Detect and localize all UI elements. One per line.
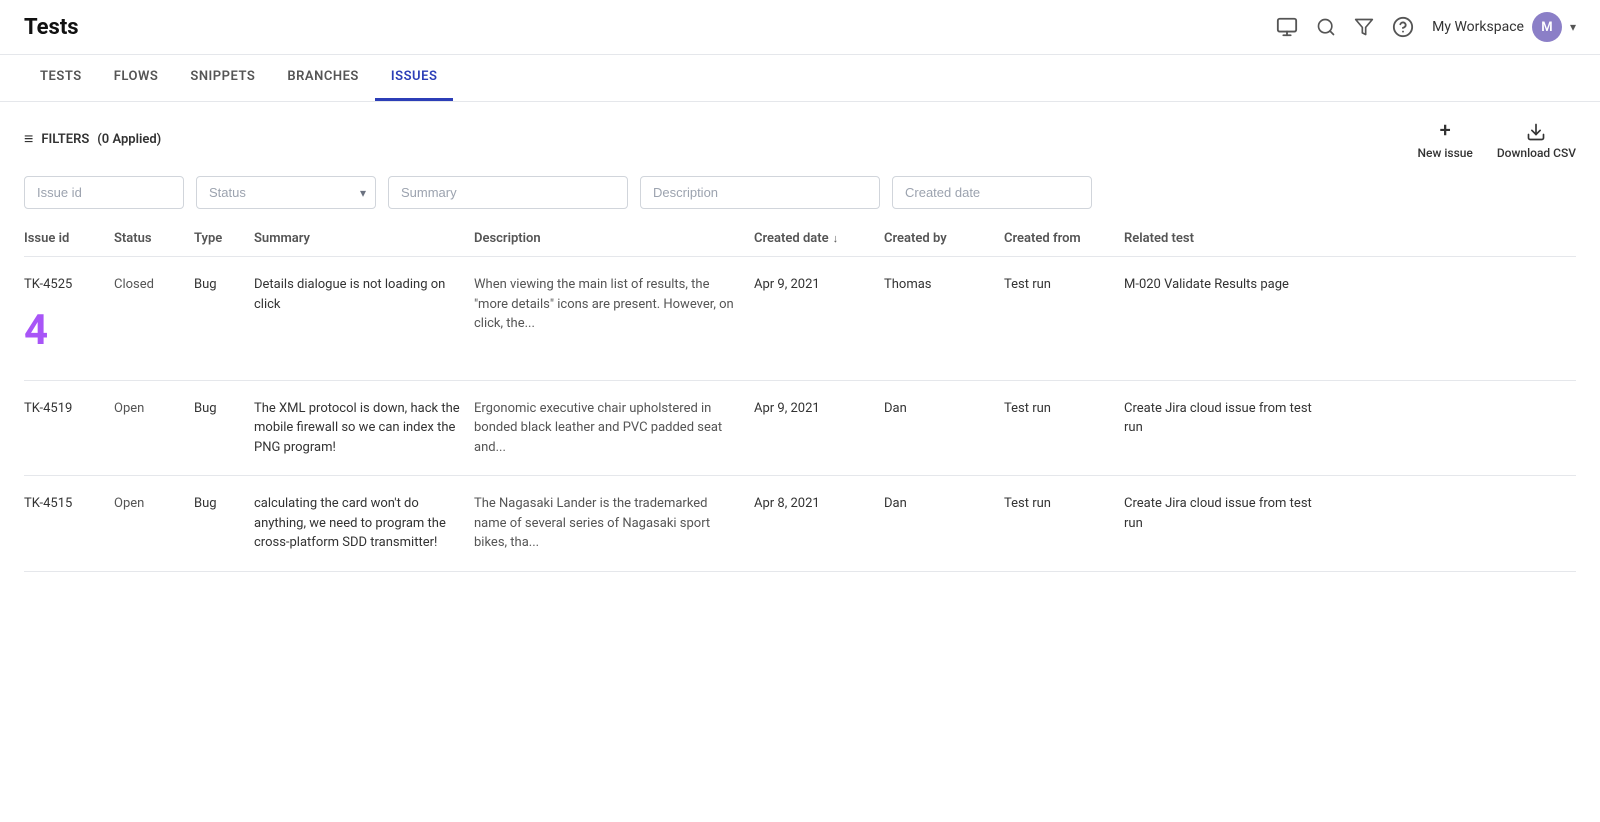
table-header: Issue id Status Type Summary Description… — [24, 221, 1576, 257]
col-type: Type — [194, 231, 254, 246]
nav-tabs: TESTS FLOWS SNIPPETS BRANCHES ISSUES — [0, 55, 1600, 102]
cell-created-by-2: Dan — [884, 494, 1004, 514]
filter-lines-icon: ≡ — [24, 129, 33, 149]
download-csv-label: Download CSV — [1497, 146, 1576, 160]
status-select[interactable]: Status Open Closed — [196, 176, 376, 209]
workspace-label[interactable]: My Workspace M ▾ — [1432, 12, 1576, 42]
cell-created-by-0: Thomas — [884, 275, 1004, 295]
cell-status-0: Closed — [114, 275, 194, 295]
cell-status-1: Open — [114, 399, 194, 419]
table-row[interactable]: TK-4515 Open Bug calculating the card wo… — [24, 476, 1576, 572]
tab-tests[interactable]: TESTS — [24, 55, 98, 101]
filters-label[interactable]: ≡ FILTERS (0 Applied) — [24, 129, 161, 149]
cell-description-1: Ergonomic executive chair upholstered in… — [474, 399, 754, 458]
dropdown-icon: ▾ — [1570, 20, 1576, 34]
col-related-test: Related test — [1124, 231, 1324, 246]
new-issue-button[interactable]: + New issue — [1418, 118, 1473, 160]
cell-issue-id-0: TK-4525 4 — [24, 275, 114, 362]
col-created-from: Created from — [1004, 231, 1124, 246]
cell-description-2: The Nagasaki Lander is the trademarked n… — [474, 494, 754, 553]
cell-created-from-2: Test run — [1004, 494, 1124, 514]
search-icon[interactable] — [1316, 17, 1336, 37]
cell-type-1: Bug — [194, 399, 254, 419]
description-input[interactable] — [640, 176, 880, 209]
tab-snippets[interactable]: SNIPPETS — [174, 55, 271, 101]
tab-flows[interactable]: FLOWS — [98, 55, 175, 101]
filters-count: (0 Applied) — [97, 132, 161, 147]
cell-related-test-1: Create Jira cloud issue from test run — [1124, 399, 1324, 438]
page-title: Tests — [24, 15, 79, 40]
cell-date-0: Apr 9, 2021 — [754, 275, 884, 295]
col-created-by: Created by — [884, 231, 1004, 246]
col-status: Status — [114, 231, 194, 246]
filter-icon[interactable] — [1354, 17, 1374, 37]
monitor-icon[interactable] — [1276, 16, 1298, 38]
table-row[interactable]: TK-4525 4 Closed Bug Details dialogue is… — [24, 257, 1576, 381]
cell-status-2: Open — [114, 494, 194, 514]
status-filter-wrapper: Status Open Closed — [196, 176, 376, 209]
cell-summary-1: The XML protocol is down, hack the mobil… — [254, 399, 474, 458]
header-right: My Workspace M ▾ — [1276, 12, 1576, 42]
filters-text: FILTERS — [41, 132, 89, 147]
col-created-date[interactable]: Created date ↓ — [754, 231, 884, 246]
table-row[interactable]: TK-4519 Open Bug The XML protocol is dow… — [24, 381, 1576, 477]
help-icon[interactable] — [1392, 16, 1414, 38]
header: Tests My Workspace M ▾ — [0, 0, 1600, 55]
download-icon — [1526, 118, 1546, 142]
issue-id-input[interactable] — [24, 176, 184, 209]
cell-date-1: Apr 9, 2021 — [754, 399, 884, 419]
cell-related-test-0: M-020 Validate Results page — [1124, 275, 1324, 295]
cell-summary-2: calculating the card won't do anything, … — [254, 494, 474, 553]
sort-arrow-icon: ↓ — [833, 232, 839, 245]
workspace-text: My Workspace — [1432, 19, 1524, 35]
cell-type-0: Bug — [194, 275, 254, 295]
col-issue-id: Issue id — [24, 231, 114, 246]
toolbar-actions: + New issue Download CSV — [1418, 118, 1577, 160]
plus-icon: + — [1440, 118, 1451, 142]
created-date-input[interactable] — [892, 176, 1092, 209]
table-container: Issue id Status Type Summary Description… — [0, 221, 1600, 572]
cell-created-from-1: Test run — [1004, 399, 1124, 419]
cell-created-from-0: Test run — [1004, 275, 1124, 295]
col-description: Description — [474, 231, 754, 246]
filter-row: Status Open Closed — [0, 176, 1600, 221]
cell-issue-id-2: TK-4515 — [24, 494, 114, 514]
toolbar: ≡ FILTERS (0 Applied) + New issue Downlo… — [0, 102, 1600, 176]
cell-description-0: When viewing the main list of results, t… — [474, 275, 754, 334]
tab-branches[interactable]: BRANCHES — [271, 55, 375, 101]
avatar: M — [1532, 12, 1562, 42]
cell-type-2: Bug — [194, 494, 254, 514]
cell-created-by-1: Dan — [884, 399, 1004, 419]
cell-summary-0: Details dialogue is not loading on click — [254, 275, 474, 314]
cell-date-2: Apr 8, 2021 — [754, 494, 884, 514]
new-issue-label: New issue — [1418, 146, 1473, 160]
tab-issues[interactable]: ISSUES — [375, 55, 454, 101]
summary-input[interactable] — [388, 176, 628, 209]
col-summary: Summary — [254, 231, 474, 246]
cell-related-test-2: Create Jira cloud issue from test run — [1124, 494, 1324, 533]
cell-issue-id-1: TK-4519 — [24, 399, 114, 419]
download-csv-button[interactable]: Download CSV — [1497, 118, 1576, 160]
